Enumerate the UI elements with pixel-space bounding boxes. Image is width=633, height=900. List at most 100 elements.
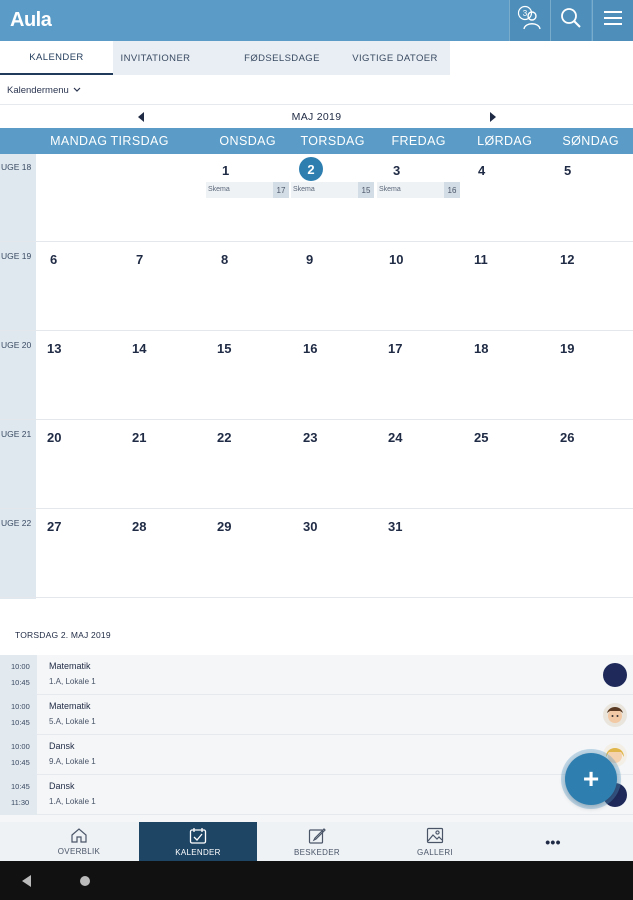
weekday-label: TIRSDAG [110,134,169,148]
day-cell[interactable]: 30 [290,510,375,598]
chevron-down-icon [73,85,81,96]
day-number: 1 [222,163,230,178]
day-cell[interactable]: 29 [205,510,290,598]
calendar-event[interactable]: Skema 17 [206,182,289,198]
week-label: UGE 21 [1,429,32,439]
nav-label: BESKEDER [294,847,340,857]
calendar-menu[interactable]: Kalendermenu [7,85,81,96]
day-cell[interactable]: 21 [121,421,206,509]
notification-count: 3 [523,9,528,18]
day-cell[interactable]: 22 [205,421,290,509]
nav-label: OVERBLIK [57,847,101,856]
profile-button[interactable]: 3 [509,0,550,41]
week-row: UGE 22 27 28 29 30 31 [0,510,633,598]
day-cell[interactable]: 16 [290,332,375,420]
menu-button[interactable] [592,0,633,41]
day-number: 15 [217,341,232,356]
day-cell[interactable]: 11 [462,243,547,331]
day-cell[interactable]: 28 [121,510,206,598]
tab-foedselsdage[interactable]: FØDSELSDAGE [228,41,336,75]
nav-kalender[interactable]: KALENDER [139,822,257,861]
start-time: 10:00 [11,702,30,711]
week-label: UGE 22 [1,518,32,528]
day-number: 17 [388,341,403,356]
day-cell[interactable]: 13 [36,332,121,420]
day-cell[interactable]: 10 [376,243,461,331]
calendar-icon [189,827,207,846]
event-count: 15 [358,182,374,198]
day-cell[interactable]: 20 [36,421,121,509]
agenda-location: 1.A, Lokale 1 [49,677,96,686]
agenda-item[interactable]: 10:45 11:30 Dansk 1.A, Lokale 1 [0,775,633,815]
system-navigation-bar [0,861,633,900]
agenda-item[interactable]: 10:00 10:45 Matematik 5.A, Lokale 1 [0,695,633,735]
month-navigation: MAJ 2019 [0,107,633,127]
home-button-icon[interactable] [80,876,90,886]
day-number: 23 [303,430,318,445]
day-number: 26 [560,430,575,445]
tab-invitationer[interactable]: INVITATIONER [113,41,198,75]
app-header: Aula 3 [0,0,633,41]
day-number: 27 [47,519,62,534]
tab-vigtige-datoer[interactable]: VIGTIGE DATOER [340,41,450,75]
search-button[interactable] [550,0,591,41]
nav-more[interactable]: ••• [494,822,612,861]
calendar-event[interactable]: Skema 15 [291,182,374,198]
nav-beskeder[interactable]: BESKEDER [258,822,376,861]
day-cell[interactable]: 3 Skema 16 [376,154,461,242]
day-cell[interactable]: 12 [548,243,633,331]
day-cell[interactable]: 5 [548,154,633,242]
start-time: 10:45 [11,782,30,791]
event-title: Skema [379,186,401,193]
agenda-location: 1.A, Lokale 1 [49,797,96,806]
day-cell[interactable]: 7 [121,243,206,331]
day-cell[interactable]: 19 [548,332,633,420]
day-number: 10 [389,252,404,267]
selected-date-heading: TORSDAG 2. MAJ 2019 [15,630,111,640]
day-cell[interactable]: 24 [376,421,461,509]
day-cell[interactable]: 17 [376,332,461,420]
day-number: 29 [217,519,232,534]
day-cell[interactable]: 8 [205,243,290,331]
day-cell[interactable]: 18 [462,332,547,420]
nav-overblik[interactable]: OVERBLIK [20,822,138,861]
today-marker: 2 [299,157,323,181]
add-event-button[interactable]: + [565,753,617,805]
day-cell[interactable]: 4 [462,154,547,242]
day-cell[interactable]: 26 [548,421,633,509]
day-cell[interactable]: 1 Skema 17 [205,154,290,242]
compose-icon [308,827,326,846]
day-number: 11 [474,252,488,267]
day-cell[interactable]: 6 [36,243,121,331]
weekday-label: FREDAG [391,134,446,148]
agenda-title: Dansk [49,781,75,791]
next-month-arrow-icon[interactable] [490,112,496,122]
day-number: 20 [47,430,62,445]
day-cell[interactable]: 14 [121,332,206,420]
aula-logo[interactable]: Aula [10,9,52,32]
agenda-item[interactable]: 10:00 10:45 Dansk 9.A, Lokale 1 [0,735,633,775]
divider [0,104,633,105]
day-cell[interactable]: 23 [290,421,375,509]
back-icon[interactable] [22,875,31,887]
weekday-label: SØNDAG [562,134,619,148]
home-icon [70,827,88,845]
agenda-item[interactable]: 10:00 10:45 Matematik 1.A, Lokale 1 [0,655,633,695]
nav-galleri[interactable]: GALLERI [376,822,494,861]
tab-kalender[interactable]: KALENDER [0,41,113,75]
day-cell-today[interactable]: 2 Skema 15 [290,154,375,242]
day-cell[interactable]: 27 [36,510,121,598]
day-cell[interactable]: 15 [205,332,290,420]
day-number: 21 [132,430,147,445]
day-cell[interactable]: 31 [376,510,461,598]
event-count: 17 [273,182,289,198]
calendar-event[interactable]: Skema 16 [377,182,460,198]
day-cell[interactable]: 9 [290,243,375,331]
bottom-navigation: OVERBLIK KALENDER BESKEDER GALLERI ••• [0,822,633,861]
day-cell[interactable]: 25 [462,421,547,509]
day-number: 25 [474,430,489,445]
day-number: 19 [560,341,575,356]
search-icon [560,7,582,34]
weekday-label: ONSDAG [219,134,276,148]
week-row: UGE 20 13 14 15 16 17 18 19 [0,332,633,420]
